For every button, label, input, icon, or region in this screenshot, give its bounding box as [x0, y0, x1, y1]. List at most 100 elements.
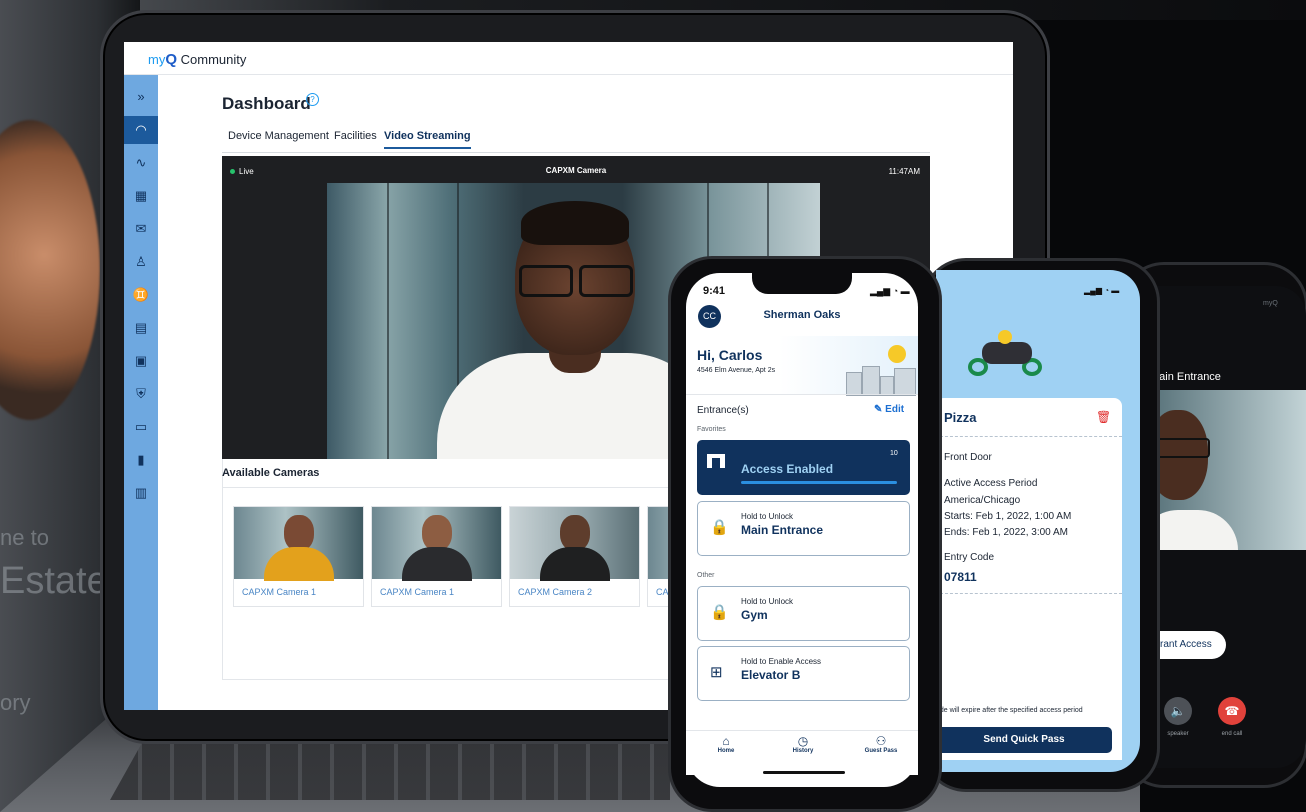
divider: [940, 436, 1122, 437]
sidebar-calendar-icon[interactable]: ▤: [124, 314, 158, 342]
background-text-1: ne to: [0, 525, 49, 550]
sidebar-dashboard-icon[interactable]: ◠: [124, 116, 158, 144]
speaker-button[interactable]: 🔈: [1164, 697, 1192, 725]
tab-facilities[interactable]: Facilities: [334, 130, 377, 142]
guests-icon: ⚇: [875, 734, 887, 748]
sidebar-mail-icon[interactable]: ✉: [124, 215, 158, 243]
sidebar-building-icon[interactable]: ▦: [124, 182, 158, 210]
sidebar-property-icon[interactable]: ▥: [124, 479, 158, 507]
sidebar-users-icon[interactable]: ♊: [124, 281, 158, 309]
greeting: Hi, Carlos: [697, 347, 763, 363]
building-illustration: [894, 368, 916, 396]
community-name[interactable]: Sherman Oaks: [722, 309, 882, 321]
access-progress-bar: [741, 481, 897, 484]
divider: [940, 593, 1122, 594]
call-video: [1138, 390, 1306, 550]
page-title: Dashboard: [222, 94, 311, 113]
tab-video-streaming[interactable]: Video Streaming: [384, 130, 471, 149]
end-call-label: end call: [1221, 731, 1243, 737]
pass-status-icons: ▂▄▆ ◔ ▬: [1084, 286, 1120, 295]
unlock-card-title: Main Entrance: [741, 523, 824, 537]
divider: [686, 394, 918, 395]
camera-thumb-3[interactable]: CAPXM Camera 2: [509, 506, 640, 607]
home-indicator: [763, 771, 845, 774]
background-text-3: ory: [0, 690, 31, 715]
background-text-2: Estate: [0, 560, 108, 602]
sidebar-expand-icon[interactable]: »: [124, 83, 158, 111]
help-icon[interactable]: ?: [306, 93, 319, 106]
sidebar-user-icon[interactable]: ♙: [124, 248, 158, 276]
tab-history[interactable]: ◷ History: [783, 734, 823, 754]
building-illustration: [862, 366, 880, 396]
sidebar-chart-icon[interactable]: ▮: [124, 446, 158, 474]
sidebar-id-card-icon[interactable]: ▣: [124, 347, 158, 375]
tab-history-label: History: [792, 748, 814, 754]
elevator-icon: ⊞: [710, 664, 723, 681]
unlock-card-title: Gym: [741, 608, 768, 622]
tab-bar: Device Management Facilities Video Strea…: [222, 130, 930, 153]
camera-thumb-label: CAPXM Camera 1: [242, 587, 317, 597]
logo-my: my: [148, 52, 166, 67]
tab-device-management[interactable]: Device Management: [228, 130, 329, 142]
sidebar-shield-icon[interactable]: ⛨: [124, 380, 158, 408]
camera-thumb-2[interactable]: CAPXM Camera 1: [371, 506, 502, 607]
clock-icon: ◷: [797, 734, 809, 748]
status-time: 9:41: [703, 285, 726, 297]
available-cameras-title: Available Cameras: [222, 467, 320, 479]
pass-door: Front Door: [944, 452, 992, 463]
logo-q: Q: [165, 51, 178, 68]
unlock-card-elevator[interactable]: [697, 646, 910, 701]
pass-code: 07811: [944, 570, 977, 584]
edit-button[interactable]: ✎ Edit: [874, 404, 904, 415]
lock-icon: 🔒: [710, 604, 729, 621]
avatar[interactable]: CC: [698, 305, 721, 328]
unlock-card-sub: Hold to Enable Access: [741, 657, 822, 666]
tab-home[interactable]: ⌂ Home: [706, 734, 746, 754]
access-enabled-title: Access Enabled: [741, 462, 834, 476]
camera-thumb-label: CAPXM Camera 2: [518, 587, 593, 597]
pass-note: ode will expire after the specified acce…: [936, 707, 1083, 714]
sidebar-activity-icon[interactable]: ∿: [124, 149, 158, 177]
access-countdown: 10: [890, 450, 898, 457]
status-icons: ▂▄▆ ◔ ▬: [870, 286, 910, 296]
lock-icon: 🔒: [710, 519, 729, 536]
tab-home-label: Home: [717, 748, 735, 754]
tab-guest-pass[interactable]: ⚇ Guest Pass: [861, 734, 901, 754]
entrances-label: Entrance(s): [697, 405, 749, 416]
sun-illustration: [888, 345, 906, 363]
building-illustration: [880, 376, 894, 396]
door-icon-inner: [712, 458, 720, 468]
top-bar: myQ Community: [124, 42, 1013, 75]
send-quick-pass-button[interactable]: Send Quick Pass: [936, 727, 1112, 753]
phone-notch: [752, 270, 852, 294]
pass-ends: Ends: Feb 1, 2022, 3:00 AM: [944, 527, 1068, 538]
address: 4546 Elm Avenue, Apt 2s: [697, 367, 776, 374]
app-logo[interactable]: myQ Community: [148, 51, 246, 68]
pencil-icon: ✎: [874, 404, 883, 415]
building-illustration: [846, 372, 862, 396]
sidebar-money-icon[interactable]: ▭: [124, 413, 158, 441]
favorites-label: Favorites: [697, 426, 726, 433]
camera-time: 11:47AM: [888, 167, 920, 176]
unlock-card-sub: Hold to Unlock: [741, 597, 794, 606]
camera-thumb-label: CAPXM Camera 1: [380, 587, 455, 597]
end-call-button[interactable]: ☎: [1218, 697, 1246, 725]
camera-thumb-label: CA: [656, 587, 669, 597]
logo-name: Community: [180, 52, 247, 67]
speaker-label: speaker: [1167, 731, 1189, 737]
pass-period-label: Active Access Period: [944, 478, 1038, 489]
trash-icon[interactable]: 🗑: [1096, 410, 1111, 424]
pass-title: Pizza: [944, 410, 977, 425]
other-label: Other: [697, 572, 715, 579]
call-entrance-title: Main Entrance: [1150, 371, 1221, 383]
call-logo: myQ: [1263, 300, 1278, 307]
unlock-card-sub: Hold to Unlock: [741, 512, 794, 521]
unlock-card-gym[interactable]: [697, 586, 910, 641]
person-glasses: [519, 265, 633, 297]
edit-label: Edit: [885, 404, 905, 415]
person-hair: [521, 201, 629, 245]
camera-thumb-1[interactable]: CAPXM Camera 1: [233, 506, 364, 607]
pass-timezone: America/Chicago: [944, 495, 1021, 506]
delivery-illustration: [968, 330, 1050, 376]
pass-starts: Starts: Feb 1, 2022, 1:00 AM: [944, 511, 1072, 522]
